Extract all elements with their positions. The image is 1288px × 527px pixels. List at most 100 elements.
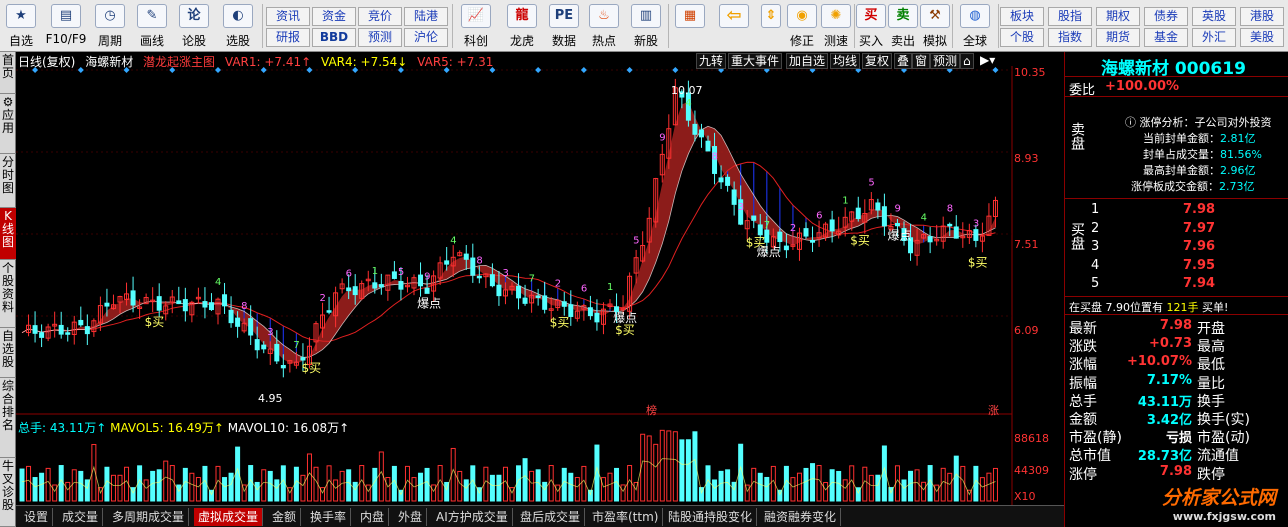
chart-tool-forecast[interactable]: 预测 bbox=[930, 53, 961, 69]
candle-body bbox=[594, 312, 600, 323]
tab-diagnosis[interactable]: 牛叉诊股 bbox=[0, 458, 16, 527]
btab-settings[interactable]: 设置 bbox=[20, 508, 54, 526]
btn-us-stocks[interactable]: 美股 bbox=[1240, 28, 1284, 47]
price-axis-label: 8.93 bbox=[1014, 152, 1039, 165]
toolbar-buy-button[interactable]: 买买入 bbox=[856, 2, 886, 50]
volume-bar bbox=[542, 481, 548, 502]
kline-chart-svg[interactable]: $买$买$买$买$买 $买$买爆点爆点爆点爆点483726 1 5 9483 7 2 6 159… bbox=[16, 52, 1064, 505]
btab-virtual-volume[interactable]: 虚拟成交量 bbox=[194, 508, 264, 526]
toolbar-back-button[interactable]: ⇦ bbox=[712, 2, 756, 50]
chart-tool-ma[interactable]: 均线 bbox=[830, 53, 861, 69]
btn-sector[interactable]: 板块 bbox=[1000, 7, 1044, 26]
volume-bar bbox=[189, 472, 195, 502]
btn-shanghai-london[interactable]: 沪伦 bbox=[404, 28, 448, 47]
toolbar-favorites-button[interactable]: ★ 自选 bbox=[4, 2, 38, 50]
btn-funds2[interactable]: 基金 bbox=[1144, 28, 1188, 47]
btab-inner[interactable]: 内盘 bbox=[356, 508, 390, 526]
chart-tool-add-watch[interactable]: 加自选 bbox=[786, 53, 829, 69]
stat-right-label: 换手 bbox=[1197, 393, 1225, 410]
btn-futures[interactable]: 期货 bbox=[1096, 28, 1140, 47]
btn-hk-stocks[interactable]: 港股 bbox=[1240, 7, 1284, 26]
hot-icon: ♨ bbox=[589, 4, 619, 28]
btn-stock-futures[interactable]: 股指 bbox=[1048, 7, 1092, 26]
btab-after-hours[interactable]: 盘后成交量 bbox=[516, 508, 586, 526]
btn-funds[interactable]: 资金 bbox=[312, 7, 356, 26]
toolbar-fix-button[interactable]: ◉ 修正 bbox=[786, 2, 818, 50]
toolbar-kechuang-button[interactable]: 📈 科创 bbox=[456, 2, 496, 50]
tab-intraday[interactable]: 分时图 bbox=[0, 154, 16, 208]
bid-price: 7.97 bbox=[1183, 220, 1216, 236]
toolbar-simulate-button[interactable]: ⚒ 模拟 bbox=[920, 2, 950, 50]
bid-row[interactable]: 4 7.95 bbox=[1091, 258, 1241, 273]
btn-options[interactable]: 期权 bbox=[1096, 7, 1140, 26]
stat-right-label: 最高 bbox=[1197, 339, 1225, 356]
chart-indicator-name[interactable]: 潜龙起涨主图 bbox=[143, 55, 215, 69]
candle-body bbox=[261, 344, 267, 350]
btn-stocks[interactable]: 个股 bbox=[1000, 28, 1044, 47]
sequence-count-label: 3 bbox=[267, 327, 273, 338]
chart-tool-jiuzhuan[interactable]: 九转 bbox=[696, 53, 727, 69]
toolbar-discuss-button[interactable]: 论论股 bbox=[176, 2, 212, 50]
chart-tool-events[interactable]: 重大事件 bbox=[728, 53, 783, 69]
chart-var5: VAR5: +7.31 bbox=[417, 55, 494, 69]
btn-research[interactable]: 研报 bbox=[266, 28, 310, 47]
volume-bar bbox=[248, 465, 254, 502]
tab-kline[interactable]: K线图 bbox=[0, 208, 16, 260]
chart-tool-window[interactable]: 窗 bbox=[912, 53, 931, 69]
toolbar-data-button[interactable]: PE 数据 bbox=[546, 2, 582, 50]
tab-ranking[interactable]: 综合排名 bbox=[0, 378, 16, 458]
chart-tool-adjust[interactable]: 复权 bbox=[862, 53, 893, 69]
stat-value: 43.11万 bbox=[1137, 394, 1192, 410]
toolbar-period-button[interactable]: ◷ 周期 bbox=[92, 2, 128, 50]
toolbar-screener-button[interactable]: ◐ 选股 bbox=[218, 2, 258, 50]
bid-row[interactable]: 2 7.97 bbox=[1091, 221, 1241, 236]
btn-forecast[interactable]: 预测 bbox=[358, 28, 402, 47]
btab-outer[interactable]: 外盘 bbox=[394, 508, 428, 526]
signal-diamond bbox=[580, 67, 587, 73]
bid-row[interactable]: 5 7.94 bbox=[1091, 276, 1241, 291]
toolbar-sell-button[interactable]: 卖卖出 bbox=[888, 2, 918, 50]
sequence-count-label: 9 bbox=[424, 271, 430, 282]
btn-bonds[interactable]: 债券 bbox=[1144, 7, 1188, 26]
lock-icon[interactable]: ⌂ bbox=[960, 53, 974, 69]
btab-amount[interactable]: 金额 bbox=[268, 508, 302, 526]
toolbar-ipo-button[interactable]: ▥ 新股 bbox=[628, 2, 664, 50]
tab-apps[interactable]: ⚙ 应用 bbox=[0, 94, 16, 154]
volume-bar bbox=[823, 482, 829, 502]
btab-turnover[interactable]: 换手率 bbox=[306, 508, 352, 526]
btn-bbd[interactable]: BBD bbox=[312, 28, 356, 47]
toolbar-hot-button[interactable]: ♨ 热点 bbox=[586, 2, 622, 50]
toolbar-global-button[interactable]: ◍ 全球 bbox=[954, 2, 996, 50]
btn-index[interactable]: 指数 bbox=[1048, 28, 1092, 47]
chevron-right-icon[interactable]: ▶▾ bbox=[978, 53, 997, 69]
toolbar-separator bbox=[998, 4, 999, 48]
btn-hk-connect[interactable]: 陆港 bbox=[404, 7, 448, 26]
btab-volume[interactable]: 成交量 bbox=[58, 508, 104, 526]
toolbar-updown-button[interactable]: ⇕ bbox=[758, 2, 784, 50]
bid-row[interactable]: 3 7.96 bbox=[1091, 239, 1241, 254]
tab-profile[interactable]: 个股资料 bbox=[0, 260, 16, 328]
volume-bar bbox=[712, 479, 718, 502]
tab-watchlist[interactable]: 自选股 bbox=[0, 328, 16, 378]
toolbar-dragon-button[interactable]: 龍龙虎 bbox=[502, 2, 542, 50]
toolbar-separator bbox=[452, 4, 453, 48]
btab-northbound[interactable]: 陆股通持股变化 bbox=[664, 508, 758, 526]
toolbar-f10-button[interactable]: ▤ F10/F9 bbox=[44, 2, 88, 50]
volume-bar bbox=[659, 429, 665, 502]
btn-news[interactable]: 资讯 bbox=[266, 7, 310, 26]
btab-ai-volume[interactable]: AI方护成交量 bbox=[432, 508, 513, 526]
buy-signal-label: $买 bbox=[550, 315, 570, 329]
tab-home[interactable]: 首页 bbox=[0, 52, 16, 94]
btab-multi-period-volume[interactable]: 多周期成交量 bbox=[108, 508, 190, 526]
btn-uk-stocks[interactable]: 英股 bbox=[1192, 7, 1236, 26]
kline-chart-area[interactable]: $买 $买 $买 $买 $买 $买 $买 爆点 爆点 爆点 爆点 4 8 3 7 2 6 1 5 9 4 8 3 7 2 6 1 5 9… bbox=[16, 52, 1064, 505]
btab-pe-ttm[interactable]: 市盈率(ttm) bbox=[588, 508, 664, 526]
btab-margin[interactable]: 融资融券变化 bbox=[760, 508, 842, 526]
toolbar-speed-button[interactable]: ✺ 测速 bbox=[820, 2, 852, 50]
chart-tool-overlay[interactable]: 叠 bbox=[894, 53, 913, 69]
bid-row[interactable]: 1 7.98 bbox=[1091, 202, 1241, 217]
toolbar-draw-button[interactable]: ✎ 画线 bbox=[134, 2, 170, 50]
btn-forex[interactable]: 外汇 bbox=[1192, 28, 1236, 47]
toolbar-layout-button[interactable]: ▦ bbox=[672, 2, 708, 50]
btn-auction[interactable]: 竞价 bbox=[358, 7, 402, 26]
